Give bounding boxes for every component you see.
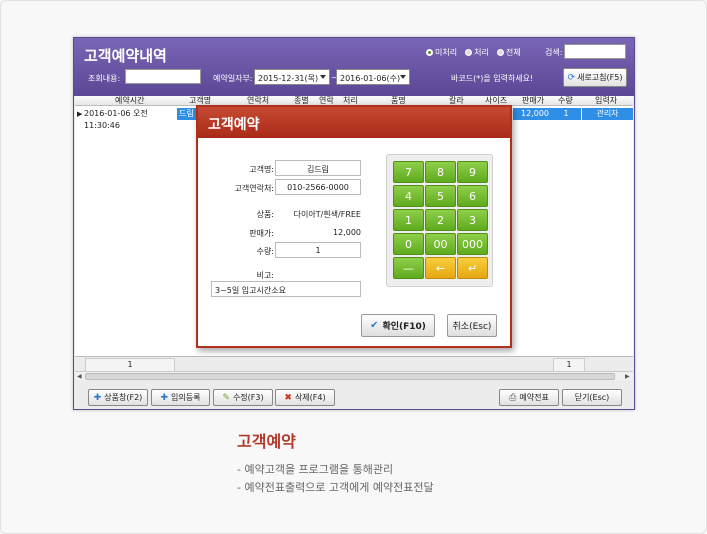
filter-all[interactable]: 전체 [496, 47, 521, 58]
radio-icon[interactable] [426, 49, 433, 56]
key-8[interactable]: 8 [425, 161, 456, 183]
button-label: 임의등록 [171, 393, 201, 402]
dialog-title: 고객예약 [198, 107, 510, 138]
key-6[interactable]: 6 [457, 185, 488, 207]
key-3[interactable]: 3 [457, 209, 488, 231]
key-7[interactable]: 7 [393, 161, 424, 183]
price-value: 12,000 [333, 228, 361, 237]
lookup-label: 조회내용: [88, 74, 121, 83]
status-filter-group: 미처리 처리 전체 [426, 47, 521, 58]
scrollbar-thumb[interactable] [85, 373, 615, 380]
window-header: 고객예약내역 미처리 처리 전체 검색: 조회내용: 예약일자부: 2015-1… [74, 38, 634, 96]
date-label: 예약일자부: [213, 74, 253, 83]
cell-price: 12,000 [513, 108, 551, 120]
plus-icon: ✚ [93, 392, 102, 403]
bottom-toolbar: ✚ 상품창(F2) ✚ 임의등록 ✎ 수정(F3) ✖ 삭제(F4) ⎙ 예약전… [75, 382, 633, 409]
col-header[interactable]: 판매가 [522, 96, 544, 106]
delete-button[interactable]: ✖ 삭제(F4) [275, 389, 335, 406]
summary-count-left: 1 [85, 358, 175, 372]
button-label: 삭제(F4) [294, 393, 326, 402]
cancel-button[interactable]: 취소(Esc) [447, 314, 497, 337]
button-label: 예약전표 [519, 393, 549, 402]
search-label: 검색: [545, 48, 563, 57]
confirm-button[interactable]: ✔ 확인(F10) [361, 314, 435, 337]
grid-summary-row: 1 1 [75, 356, 633, 372]
price-label: 판매가: [249, 229, 274, 238]
summary-count-right: 1 [553, 358, 585, 372]
filter-label: 전체 [505, 48, 521, 57]
numeric-keypad: 7 8 9 4 5 6 1 2 3 0 00 000 — ← ↵ [386, 154, 493, 287]
pencil-icon: ✎ [222, 392, 230, 403]
row-indicator-icon: ▶ [77, 110, 83, 118]
memo-field[interactable]: 3~5일 입고시간소요 [211, 281, 361, 297]
feature-description: - 예약고객을 프로그램을 통해관리 [237, 463, 394, 476]
cell-time: 2016-01-06 오전 11:30:46 [84, 109, 148, 130]
radio-icon[interactable] [465, 49, 473, 56]
barcode-hint: 바코드(*)을 입력하세요! [451, 74, 534, 83]
quantity-label: 수량: [256, 247, 274, 256]
customer-phone-label: 고객연락처: [234, 184, 275, 193]
filter-unprocessed[interactable]: 미처리 [426, 47, 457, 58]
window-title: 고객예약내역 [84, 47, 167, 65]
refresh-icon: ⟳ [567, 72, 576, 83]
button-label: 취소(Esc) [452, 322, 492, 332]
search-input[interactable] [564, 44, 626, 59]
date-from-value: 2015-12-31(목) [258, 74, 319, 83]
quantity-field[interactable]: 1 [275, 242, 361, 258]
product-label: 상품: [256, 210, 274, 219]
refresh-label: 새로고침(F5) [577, 73, 623, 82]
key-2[interactable]: 2 [425, 209, 456, 231]
date-to-value: 2016-01-06(수) [340, 74, 401, 83]
cell-qty: 1 [551, 108, 581, 120]
check-icon: ✔ [370, 320, 379, 331]
key-1[interactable]: 1 [393, 209, 424, 231]
print-slip-button[interactable]: ⎙ 예약전표 [499, 389, 559, 406]
backspace-key[interactable]: ← [425, 257, 456, 279]
product-window-button[interactable]: ✚ 상품창(F2) [88, 389, 148, 406]
key-0[interactable]: 0 [393, 233, 424, 255]
key-00[interactable]: 00 [425, 233, 456, 255]
key-000[interactable]: 000 [457, 233, 488, 255]
button-label: 닫기(Esc) [574, 393, 610, 402]
filter-label: 미처리 [435, 48, 458, 57]
horizontal-scrollbar[interactable]: ◀ ▶ [75, 371, 633, 381]
lookup-input[interactable] [125, 69, 201, 84]
edit-button[interactable]: ✎ 수정(F3) [213, 389, 273, 406]
minus-key[interactable]: — [393, 257, 424, 279]
scroll-left-icon[interactable]: ◀ [77, 372, 82, 382]
filter-processed[interactable]: 처리 [465, 47, 489, 58]
close-icon: ✖ [284, 392, 292, 403]
col-header[interactable]: 수량 [558, 96, 573, 106]
button-label: 확인(F10) [382, 322, 426, 332]
date-from-select[interactable]: 2015-12-31(목) [254, 69, 330, 85]
filter-label: 처리 [474, 48, 489, 57]
feature-title: 고객예약 [237, 432, 296, 451]
feature-description: - 예약전표출력으로 고객에게 예약전표전달 [237, 481, 434, 494]
plus-icon: ✚ [160, 392, 169, 403]
radio-icon[interactable] [496, 49, 504, 56]
customer-name-field[interactable]: 김드림 [275, 160, 361, 176]
button-label: 수정(F3) [232, 393, 264, 402]
printer-icon: ⎙ [509, 392, 517, 403]
refresh-button[interactable]: ⟳ 새로고침(F5) [563, 68, 627, 87]
button-label: 상품창(F2) [104, 393, 143, 402]
enter-key[interactable]: ↵ [457, 257, 488, 279]
date-to-select[interactable]: 2016-01-06(수) [336, 69, 410, 85]
cell-user: 관리자 [582, 108, 633, 120]
manual-register-button[interactable]: ✚ 임의등록 [151, 389, 210, 406]
scroll-right-icon[interactable]: ▶ [625, 372, 630, 382]
key-4[interactable]: 4 [393, 185, 424, 207]
customer-phone-field[interactable]: 010-2566-0000 [275, 179, 361, 195]
reservation-dialog: 고객예약 고객명: 김드림 고객연락처: 010-2566-0000 상품: 다… [196, 105, 512, 348]
customer-name-label: 고객명: [249, 165, 274, 174]
chevron-down-icon [400, 75, 406, 79]
close-button[interactable]: 닫기(Esc) [562, 389, 622, 406]
key-9[interactable]: 9 [457, 161, 488, 183]
chevron-down-icon [320, 75, 326, 79]
memo-label: 비고: [256, 271, 274, 280]
col-header[interactable]: 예약시간 [115, 96, 144, 106]
col-header[interactable]: 입력자 [595, 96, 617, 106]
key-5[interactable]: 5 [425, 185, 456, 207]
product-value: 다이아T/흰색/FREE [293, 210, 361, 219]
